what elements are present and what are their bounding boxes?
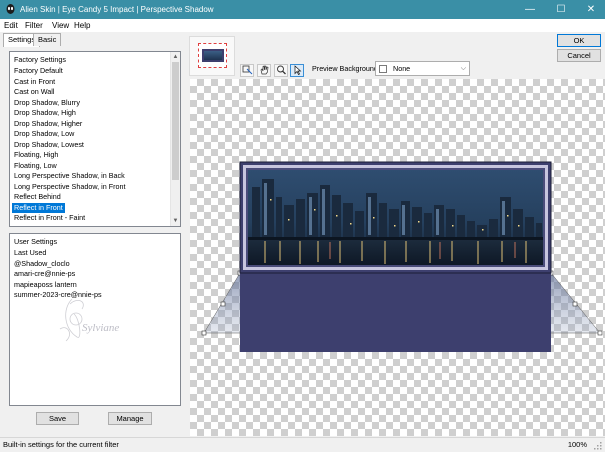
factory-setting-item[interactable]: Floating, Low: [12, 161, 59, 172]
thumbnail-frame: [198, 43, 227, 68]
user-settings-list[interactable]: User Settings Last Used @Shadow_cloclo ama…: [9, 233, 181, 406]
menu-view[interactable]: View: [52, 19, 69, 32]
factory-setting-item[interactable]: Long Perspective Shadow, in Front: [12, 182, 127, 193]
factory-setting-item[interactable]: Drop Shadow, Low: [12, 129, 76, 140]
svg-text:Sylviane: Sylviane: [82, 322, 119, 334]
factory-setting-item[interactable]: Factory Default: [12, 66, 65, 77]
resize-grip-icon[interactable]: [592, 440, 603, 451]
factory-setting-item[interactable]: Drop Shadow, Higher: [12, 119, 84, 130]
transform-icon: [242, 65, 252, 75]
maximize-button[interactable]: ☐: [546, 0, 576, 19]
title-bar: Alien Skin | Eye Candy 5 Impact | Perspe…: [0, 0, 605, 19]
thumbnail-image: [202, 49, 224, 62]
cancel-button[interactable]: Cancel: [557, 49, 601, 62]
factory-setting-item[interactable]: Cast on Wall: [12, 87, 56, 98]
watermark-logo: Sylviane: [59, 298, 119, 342]
menu-edit[interactable]: Edit: [4, 19, 18, 32]
hand-icon: [260, 65, 268, 75]
factory-setting-item[interactable]: Drop Shadow, High: [12, 108, 78, 119]
menu-bar: Edit Filter View Help: [0, 19, 605, 32]
pointer-tool-button[interactable]: [290, 64, 304, 77]
zoom-icon: [276, 65, 286, 75]
menu-filter[interactable]: Filter: [25, 19, 43, 32]
close-button[interactable]: ✕: [576, 0, 605, 19]
factory-setting-item[interactable]: Reflect in Front: [12, 202, 65, 213]
factory-setting-item[interactable]: Floating, High: [12, 150, 60, 161]
hand-tool-button[interactable]: [257, 64, 271, 77]
preview-image: [201, 161, 603, 352]
thumbnail-photo: [204, 51, 222, 60]
factory-settings-list[interactable]: Factory Settings Factory Default Cast in …: [9, 51, 181, 227]
chevron-down-icon: ⌵: [460, 65, 466, 72]
factory-setting-item[interactable]: Reflect Behind: [12, 192, 63, 203]
zoom-level: 100%: [567, 440, 587, 449]
window-title: Alien Skin | Eye Candy 5 Impact | Perspe…: [20, 5, 214, 14]
transform-tool-button[interactable]: [240, 64, 254, 77]
factory-list-scrollbar[interactable]: ▲ ▼: [170, 52, 180, 226]
factory-setting-item[interactable]: Cast in Front: [12, 77, 57, 88]
factory-setting-item[interactable]: Long Perspective Shadow, in Back: [12, 171, 127, 182]
manage-button[interactable]: Manage: [108, 412, 152, 425]
user-setting-item[interactable]: amari-cre@nnie-ps: [12, 269, 77, 280]
scroll-down-arrow-icon[interactable]: ▼: [171, 216, 180, 226]
user-settings-header: User Settings: [14, 237, 58, 246]
preview-thumbnail[interactable]: [189, 36, 235, 76]
zoom-tool-button[interactable]: [274, 64, 288, 77]
user-setting-item[interactable]: @Shadow_cloclo: [12, 259, 72, 270]
user-setting-item[interactable]: Last Used: [12, 248, 48, 259]
scroll-thumb[interactable]: [172, 62, 179, 180]
alien-skin-app-icon: [6, 4, 15, 14]
status-bar: Built-in settings for the current filter…: [0, 437, 605, 452]
minimize-button[interactable]: —: [515, 0, 545, 19]
scroll-up-arrow-icon[interactable]: ▲: [171, 52, 180, 62]
tab-basic[interactable]: Basic: [33, 33, 62, 46]
pointer-icon: [294, 65, 301, 75]
status-text: Built-in settings for the current filter: [3, 440, 119, 449]
background-swatch: [379, 65, 387, 73]
factory-setting-item[interactable]: Drop Shadow, Lowest: [12, 140, 86, 151]
preview-background-select[interactable]: None ⌵: [375, 61, 470, 76]
factory-settings-header: Factory Settings: [14, 55, 66, 64]
factory-setting-item[interactable]: Drop Shadow, Blurry: [12, 98, 82, 109]
menu-help[interactable]: Help: [74, 19, 90, 32]
ok-button[interactable]: OK: [557, 34, 601, 47]
save-button[interactable]: Save: [36, 412, 79, 425]
preview-background-label: Preview Background:: [312, 64, 380, 73]
factory-setting-item[interactable]: Reflect in Front - Faint: [12, 213, 87, 224]
preview-canvas[interactable]: [190, 79, 605, 436]
preview-background-value: None: [393, 64, 411, 73]
